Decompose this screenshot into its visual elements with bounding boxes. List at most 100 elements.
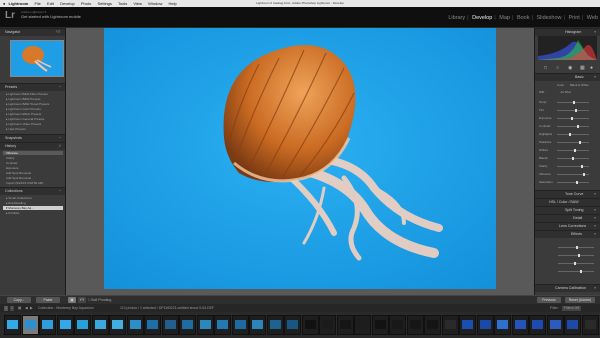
- filmstrip-thumbnail[interactable]: [371, 315, 389, 335]
- module-book[interactable]: Book: [517, 15, 530, 21]
- brush-icon[interactable]: ●: [590, 65, 593, 71]
- paste-button[interactable]: Paste: [36, 297, 60, 303]
- back-arrow-icon[interactable]: ◀: [25, 304, 28, 312]
- identity-main-text[interactable]: Get started with Lightroom mobile: [21, 14, 81, 19]
- soft-proofing-checkbox[interactable]: □ Soft Proofing: [88, 297, 111, 303]
- basic-slider[interactable]: [557, 117, 589, 120]
- filmstrip-thumbnail[interactable]: [301, 315, 319, 335]
- effects-slider[interactable]: [558, 270, 594, 273]
- red-eye-icon[interactable]: ◉: [568, 65, 572, 71]
- filmstrip-thumbnail[interactable]: [441, 315, 459, 335]
- basic-header[interactable]: Basic ▾: [535, 73, 600, 81]
- slider-knob[interactable]: [577, 125, 579, 128]
- module-print[interactable]: Print: [569, 15, 580, 21]
- reset-button[interactable]: Reset (Adobe): [565, 297, 595, 303]
- history-item[interactable]: Add Spot Removal: [6, 176, 31, 180]
- module-map[interactable]: Map: [499, 15, 510, 21]
- filmstrip-thumbnail[interactable]: [91, 315, 109, 335]
- slider-knob[interactable]: [583, 173, 585, 176]
- filmstrip-thumbnail[interactable]: [249, 315, 266, 335]
- filmstrip-thumbnail[interactable]: [74, 315, 91, 335]
- filmstrip-thumbnail[interactable]: [459, 315, 476, 335]
- module-develop[interactable]: Develop: [472, 15, 492, 21]
- basic-slider[interactable]: [557, 101, 589, 104]
- effects-slider[interactable]: [558, 254, 594, 257]
- slider-knob[interactable]: [572, 157, 574, 160]
- tone-curve-header[interactable]: Tone Curve ▾: [535, 190, 600, 198]
- before-after-icon[interactable]: YY: [78, 297, 86, 303]
- effects-header[interactable]: Effects ▾: [535, 230, 600, 238]
- history-item[interactable]: Import (9/21/15 9:08:56 AM): [6, 181, 43, 185]
- history-item[interactable]: Contrast: [6, 161, 17, 165]
- histogram[interactable]: [538, 36, 597, 60]
- loupe-view-icon[interactable]: ▣: [68, 297, 76, 303]
- history-item[interactable]: Exposure: [6, 166, 19, 170]
- graduated-filter-icon[interactable]: ▦: [580, 65, 585, 71]
- filmstrip-thumbnail[interactable]: [214, 315, 231, 335]
- filmstrip-thumbnail[interactable]: [546, 315, 564, 335]
- slider-knob[interactable]: [579, 141, 581, 144]
- previous-button[interactable]: Previous: [537, 297, 561, 303]
- slider-knob[interactable]: [571, 117, 573, 120]
- basic-slider[interactable]: [557, 157, 589, 160]
- filmstrip-thumbnail[interactable]: [39, 315, 56, 335]
- basic-slider[interactable]: [557, 141, 589, 144]
- preset-folder[interactable]: ▸ Lightroom Effect Presets: [6, 112, 41, 116]
- camera-calibration-header[interactable]: Camera Calibration ▾: [535, 284, 600, 292]
- filter-select[interactable]: Filters Off: [562, 305, 582, 311]
- grid-view-icon[interactable]: ▦: [18, 304, 21, 312]
- hsl-header[interactable]: HSL / Color / B&W: [535, 198, 600, 206]
- basic-slider[interactable]: [557, 173, 589, 176]
- filmstrip-thumbnail[interactable]: [511, 315, 529, 335]
- treatment-color[interactable]: Color: [557, 83, 564, 87]
- preset-folder[interactable]: ▸ Lightroom Color Presets: [6, 107, 41, 111]
- page-2-button[interactable]: 2: [10, 305, 14, 311]
- effects-slider[interactable]: [558, 262, 594, 265]
- filmstrip-thumbnail[interactable]: [126, 315, 144, 335]
- histogram-header[interactable]: Histogram ▾: [535, 28, 600, 36]
- filmstrip-thumbnail[interactable]: [161, 315, 179, 335]
- filmstrip-source-path[interactable]: Collection : Monterey Bay Aquarium: [38, 304, 94, 312]
- basic-slider[interactable]: [557, 109, 589, 112]
- filmstrip-thumbnail[interactable]: [406, 315, 424, 335]
- slider-knob[interactable]: [574, 149, 576, 152]
- snapshots-header[interactable]: Snapshots +: [0, 134, 65, 142]
- spot-removal-icon[interactable]: ○: [556, 65, 559, 71]
- filmstrip-thumbnail[interactable]: [4, 315, 21, 335]
- lens-corrections-header[interactable]: Lens Corrections ▾: [535, 222, 600, 230]
- preset-folder[interactable]: ▸ Lightroom B&W Toned Presets: [6, 102, 49, 106]
- collection-item[interactable]: ▸ Smart Collections: [6, 196, 32, 200]
- history-header[interactable]: History X: [0, 142, 65, 150]
- basic-slider[interactable]: [557, 165, 589, 168]
- filmstrip-thumbnail[interactable]: [581, 315, 599, 335]
- navigator-header[interactable]: Navigator FIT: [0, 28, 65, 36]
- effects-slider[interactable]: [558, 246, 594, 249]
- copy-button[interactable]: Copy...: [7, 297, 31, 303]
- slider-knob[interactable]: [573, 101, 575, 104]
- detail-header[interactable]: Detail ▾: [535, 214, 600, 222]
- basic-slider[interactable]: [557, 125, 589, 128]
- module-library[interactable]: Library: [448, 15, 465, 21]
- slider-knob[interactable]: [581, 165, 583, 168]
- module-web[interactable]: Web: [587, 15, 598, 21]
- preset-folder[interactable]: ▸ Lightroom B&W Filter Presets: [6, 92, 48, 96]
- filmstrip-thumbnail[interactable]: [529, 315, 546, 335]
- slider-knob[interactable]: [575, 109, 577, 112]
- slider-knob[interactable]: [576, 181, 578, 184]
- collection-item-selected[interactable]: ▾ Monterey Bay Aq...: [3, 206, 63, 210]
- filmstrip-thumbnail[interactable]: [231, 315, 249, 335]
- collection-item[interactable]: ▸ Eva Reading: [6, 201, 26, 205]
- treatment-bw[interactable]: Black & White: [570, 83, 589, 87]
- basic-slider[interactable]: [557, 181, 589, 184]
- filmstrip-thumbnail[interactable]: [354, 315, 371, 335]
- filmstrip-thumbnail[interactable]: [109, 315, 126, 335]
- slider-knob[interactable]: [569, 133, 571, 136]
- filmstrip-thumbnail[interactable]: [494, 315, 511, 335]
- preset-folder[interactable]: ▸ User Presets: [6, 127, 26, 131]
- presets-header[interactable]: Presets +: [0, 83, 65, 91]
- basic-slider[interactable]: [557, 149, 589, 152]
- filmstrip-thumbnail[interactable]: [179, 315, 196, 335]
- filmstrip-thumbnail[interactable]: [144, 315, 161, 335]
- split-toning-header[interactable]: Split Toning ▾: [535, 206, 600, 214]
- preset-folder[interactable]: ▸ Lightroom B&W Presets: [6, 97, 40, 101]
